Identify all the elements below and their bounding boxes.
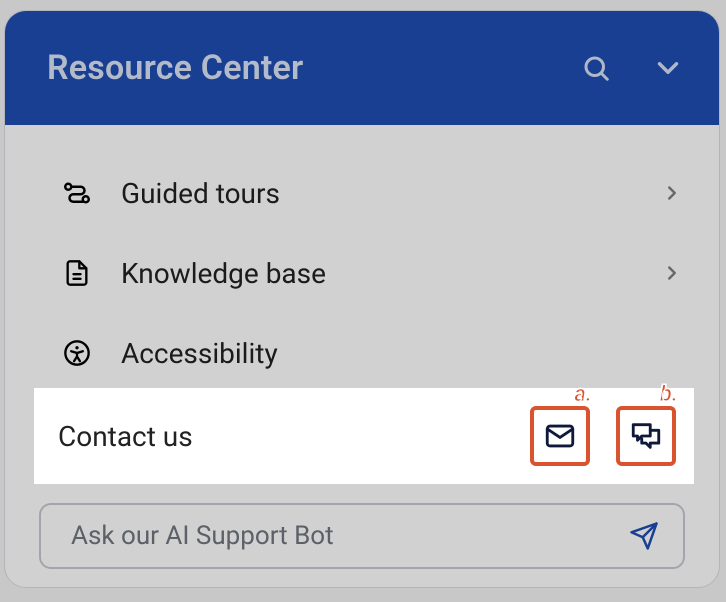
panel-title: Resource Center <box>47 48 581 88</box>
ai-bot-input[interactable]: Ask our AI Support Bot <box>39 503 685 569</box>
menu-item-label: Accessibility <box>121 337 683 370</box>
contact-email-button[interactable]: a. <box>530 406 590 466</box>
chevron-down-icon[interactable] <box>651 51 685 85</box>
callout-label-b: b. <box>660 382 678 407</box>
header-actions <box>581 51 685 85</box>
contact-label: Contact us <box>58 420 530 453</box>
menu-item-guided-tours[interactable]: Guided tours <box>5 153 719 233</box>
contact-actions: a. b. <box>530 406 676 466</box>
contact-us-row: Contact us a. b. <box>34 388 694 484</box>
envelope-icon <box>543 419 577 453</box>
resource-center-panel: Resource Center <box>4 10 720 588</box>
chevron-right-icon <box>661 182 683 204</box>
callout-label-a: a. <box>574 382 592 407</box>
menu-item-accessibility[interactable]: Accessibility <box>5 313 719 393</box>
menu-item-knowledge-base[interactable]: Knowledge base <box>5 233 719 313</box>
accessibility-icon <box>61 339 93 367</box>
chevron-right-icon <box>661 262 683 284</box>
menu-list: Guided tours Knowledge base <box>5 125 719 393</box>
document-icon <box>61 259 93 287</box>
search-icon[interactable] <box>581 53 611 83</box>
ai-bot-placeholder: Ask our AI Support Bot <box>71 521 629 551</box>
route-icon <box>61 178 93 208</box>
contact-chat-button[interactable]: b. <box>616 406 676 466</box>
menu-item-label: Knowledge base <box>121 257 661 290</box>
menu-item-label: Guided tours <box>121 177 661 210</box>
panel-header: Resource Center <box>5 11 719 125</box>
chat-icon <box>629 419 663 453</box>
send-icon[interactable] <box>629 521 659 551</box>
